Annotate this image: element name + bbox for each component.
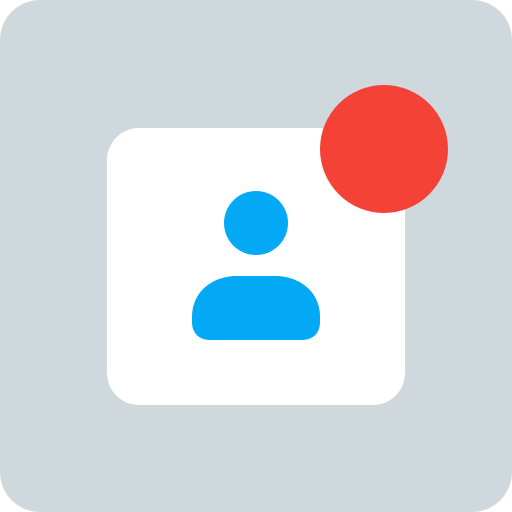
app-icon-tile[interactable] [0, 0, 512, 512]
notification-dot-icon [320, 85, 448, 213]
